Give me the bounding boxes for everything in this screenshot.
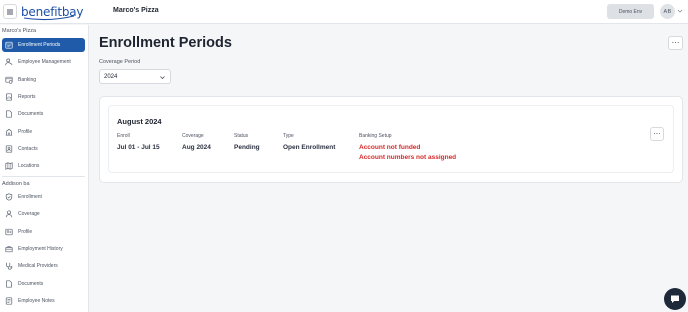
enrollment-period-card[interactable] (108, 105, 674, 173)
page-more-button[interactable]: ⋯ (668, 36, 683, 50)
user-icon (5, 210, 13, 218)
sidebar-item-label: Enrollment Periods (18, 42, 61, 48)
sidebar-item-coverage[interactable]: Coverage (2, 207, 85, 221)
calendar-list-icon (5, 41, 13, 49)
shield-check-icon (5, 193, 13, 201)
period-more-button[interactable]: ⋯ (650, 127, 664, 141)
profile-card-icon (5, 228, 13, 236)
banking-alert-not-funded: Account not funded (359, 144, 421, 151)
chevron-down-icon[interactable] (677, 8, 683, 14)
sidebar: Marco's Pizza Enrollment Periods Employe… (0, 25, 89, 312)
sidebar-item-label: Documents (18, 111, 44, 117)
user-manage-icon (5, 58, 13, 66)
page-title: Enrollment Periods (99, 35, 232, 51)
chevron-down-icon (160, 76, 165, 80)
period-title: August 2024 (117, 117, 162, 126)
hamburger-icon (7, 9, 13, 14)
more-horizontal-icon: ⋯ (653, 130, 661, 138)
sidebar-item-label: Profile (18, 229, 33, 235)
benefitbay-logo[interactable]: benefitbay (21, 3, 84, 21)
sidebar-item-label: Employee Notes (18, 298, 55, 304)
sidebar-item-reports[interactable]: Reports (2, 90, 85, 104)
more-horizontal-icon: ⋯ (671, 38, 680, 47)
coverage-label: Coverage (182, 133, 204, 139)
sidebar-section-company: Marco's Pizza (2, 28, 37, 34)
sidebar-item-employee-notes[interactable]: Employee Notes (2, 294, 85, 308)
chat-button[interactable] (664, 288, 686, 310)
document-icon (6, 110, 12, 118)
sidebar-item-contacts[interactable]: Contacts (2, 142, 85, 156)
avatar[interactable]: AB (660, 4, 675, 19)
sidebar-item-locations[interactable]: Locations (2, 159, 85, 173)
banking-alert-numbers-not-assigned: Account numbers not assigned (359, 154, 457, 161)
sidebar-item-user-profile[interactable]: Profile (2, 225, 85, 239)
report-icon (6, 93, 12, 101)
contacts-icon (5, 145, 13, 153)
company-title: Marco's Pizza (113, 7, 159, 14)
sidebar-item-enrollment[interactable]: Enrollment (2, 190, 85, 204)
type-value: Open Enrollment (283, 144, 336, 151)
sidebar-item-label: Profile (18, 129, 33, 135)
sidebar-item-label: Banking (18, 77, 37, 83)
sidebar-item-label: Contacts (18, 146, 38, 152)
sidebar-item-user-documents[interactable]: Documents (2, 277, 85, 291)
bank-icon (5, 76, 13, 84)
notes-icon (5, 297, 13, 305)
menu-toggle-button[interactable] (3, 4, 17, 19)
coverage-period-select[interactable]: 2024 (99, 69, 171, 84)
sidebar-item-label: Enrollment (18, 194, 42, 200)
sidebar-item-documents[interactable]: Documents (2, 107, 85, 121)
map-icon (5, 162, 13, 170)
sidebar-section-user: Addison ba (2, 181, 30, 187)
status-value: Pending (234, 144, 260, 151)
building-icon (5, 128, 13, 136)
sidebar-item-label: Locations (18, 163, 40, 169)
sidebar-item-employment-history[interactable]: Employment History (2, 242, 85, 256)
logo-swoosh (23, 15, 75, 21)
coverage-value: Aug 2024 (182, 144, 211, 151)
sidebar-item-label: Documents (18, 281, 44, 287)
sidebar-item-label: Reports (18, 94, 36, 100)
sidebar-item-medical-providers[interactable]: Medical Providers (2, 259, 85, 273)
type-label: Type (283, 133, 294, 139)
briefcase-icon (5, 246, 13, 253)
sidebar-item-banking[interactable]: Banking (2, 73, 85, 87)
sidebar-divider (2, 176, 85, 177)
status-label: Status (234, 133, 249, 139)
sidebar-item-employee-management[interactable]: Employee Management (2, 55, 85, 69)
banking-setup-label: Banking Setup (359, 133, 392, 139)
sidebar-item-profile[interactable]: Profile (2, 125, 85, 139)
sidebar-item-label: Employment History (18, 246, 63, 252)
sidebar-item-label: Medical Providers (18, 263, 58, 269)
chat-bubble-icon (671, 295, 679, 303)
sidebar-item-label: Coverage (18, 211, 40, 217)
top-header: benefitbay Marco's Pizza Demo Env AB (0, 0, 688, 24)
coverage-period-value: 2024 (104, 73, 118, 80)
enroll-label: Enroll (117, 133, 130, 139)
stethoscope-icon (6, 262, 13, 270)
sidebar-item-enrollment-periods[interactable]: Enrollment Periods (2, 38, 85, 52)
coverage-period-label: Coverage Period (99, 59, 141, 65)
enroll-value: Jul 01 - Jul 15 (117, 144, 160, 151)
sidebar-item-label: Employee Management (18, 59, 71, 65)
environment-button[interactable]: Demo Env (607, 4, 654, 19)
document-icon (6, 280, 12, 288)
